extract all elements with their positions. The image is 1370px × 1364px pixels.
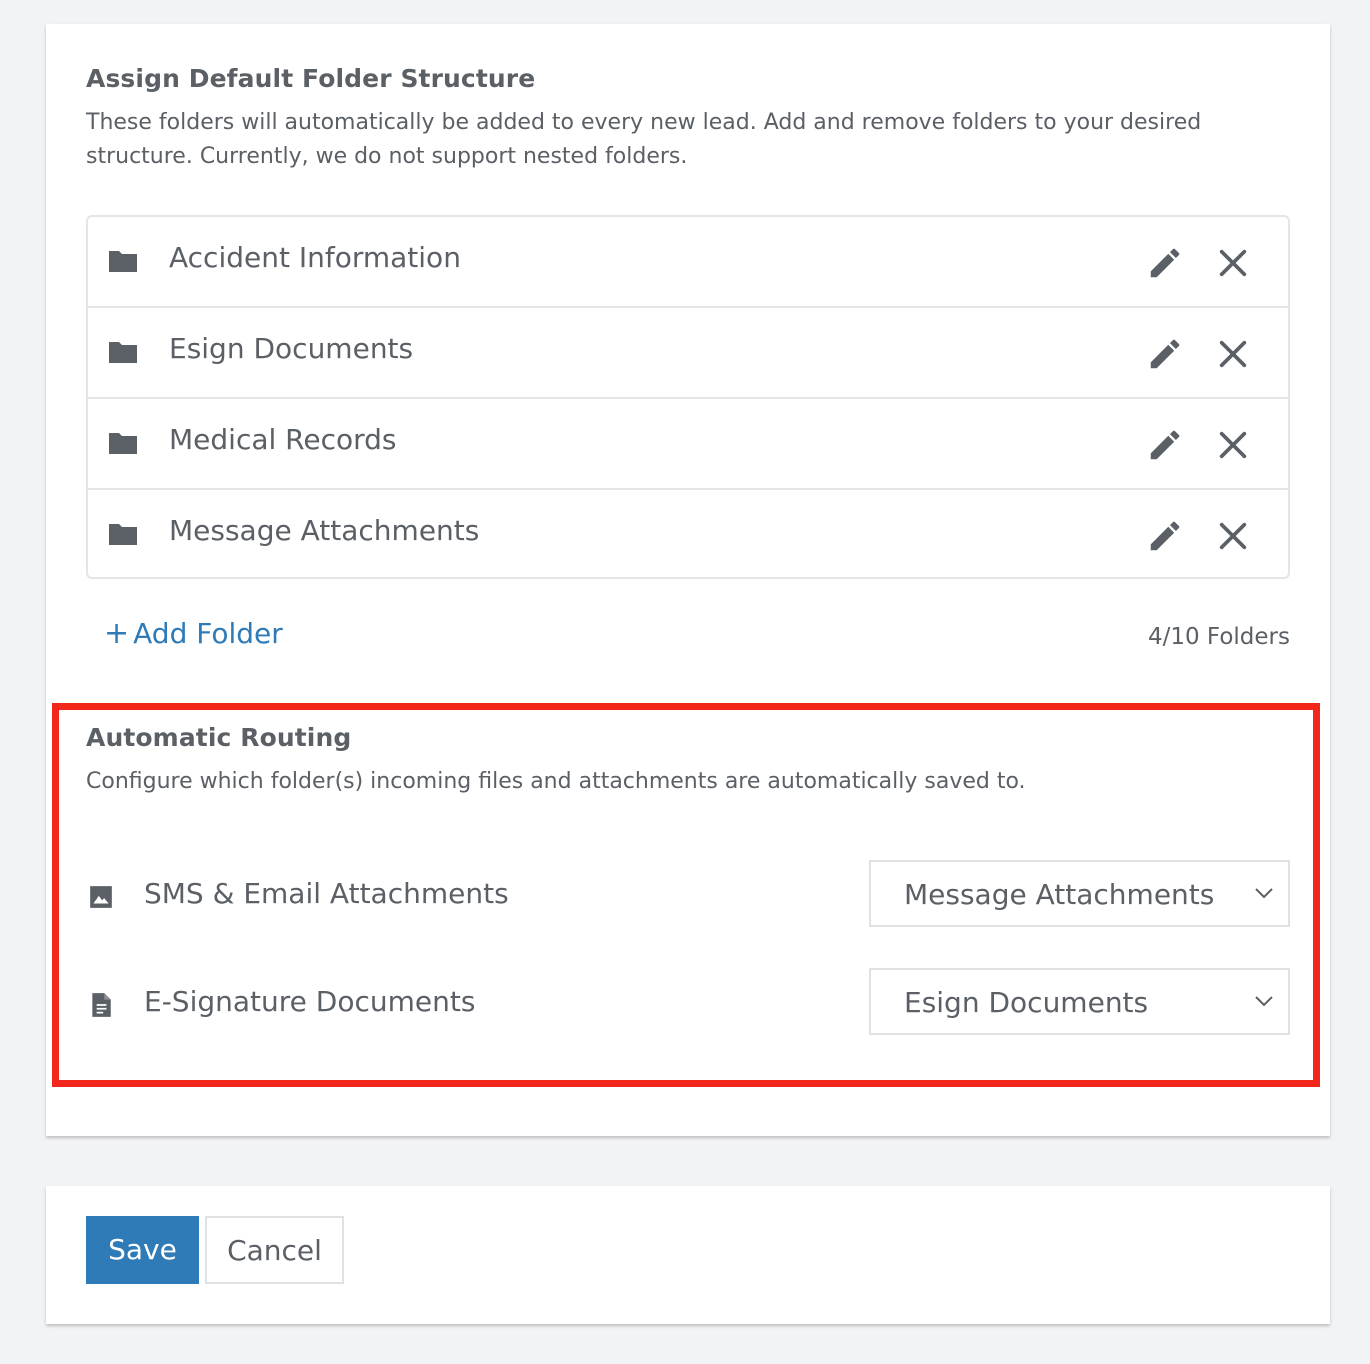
remove-folder-button[interactable] [1216, 428, 1250, 462]
edit-folder-button[interactable] [1146, 335, 1184, 373]
folder-icon [109, 524, 137, 545]
folder-structure-description: These folders will automatically be adde… [86, 110, 1202, 169]
folder-icon [109, 433, 137, 454]
routing-label-esignature: E-Signature Documents [144, 985, 476, 1018]
folder-row: Medical Records [88, 399, 1288, 490]
routing-description: Configure which folder(s) incoming files… [86, 769, 1026, 794]
remove-folder-button[interactable] [1216, 337, 1250, 371]
cancel-button[interactable]: Cancel [205, 1216, 344, 1284]
select-value: Message Attachments [904, 878, 1215, 911]
chevron-down-icon [1255, 888, 1273, 899]
folder-settings-card: Assign Default Folder Structure These fo… [46, 24, 1330, 1136]
plus-icon: + [104, 616, 130, 651]
routing-label-sms-email: SMS & Email Attachments [144, 877, 509, 910]
folder-icon [109, 251, 137, 272]
sms-email-folder-select[interactable]: Message Attachments [869, 860, 1290, 927]
remove-folder-button[interactable] [1216, 519, 1250, 553]
image-icon [90, 886, 112, 908]
folder-name: Medical Records [169, 423, 397, 456]
edit-folder-button[interactable] [1146, 517, 1184, 555]
folder-name: Esign Documents [169, 332, 414, 365]
folder-structure-title: Assign Default Folder Structure [86, 64, 536, 93]
folder-name: Accident Information [169, 241, 461, 274]
folder-row: Esign Documents [88, 308, 1288, 399]
actions-card: Save Cancel [46, 1186, 1330, 1324]
folder-count: 4/10 Folders [1147, 624, 1290, 650]
esignature-folder-select[interactable]: Esign Documents [869, 968, 1290, 1035]
edit-folder-button[interactable] [1146, 426, 1184, 464]
folder-icon [109, 342, 137, 363]
folder-row: Accident Information [88, 217, 1288, 308]
select-value: Esign Documents [904, 986, 1149, 1019]
save-button[interactable]: Save [86, 1216, 199, 1284]
add-folder-label: Add Folder [133, 617, 283, 650]
folder-name: Message Attachments [169, 514, 480, 547]
chevron-down-icon [1255, 996, 1273, 1007]
document-icon [92, 993, 111, 1017]
folder-row: Message Attachments [88, 490, 1288, 581]
folder-list: Accident Information Esign Documents Med… [86, 215, 1290, 579]
routing-title: Automatic Routing [86, 723, 352, 752]
add-folder-button[interactable]: + Add Folder [104, 616, 283, 651]
edit-folder-button[interactable] [1146, 244, 1184, 282]
remove-folder-button[interactable] [1216, 246, 1250, 280]
